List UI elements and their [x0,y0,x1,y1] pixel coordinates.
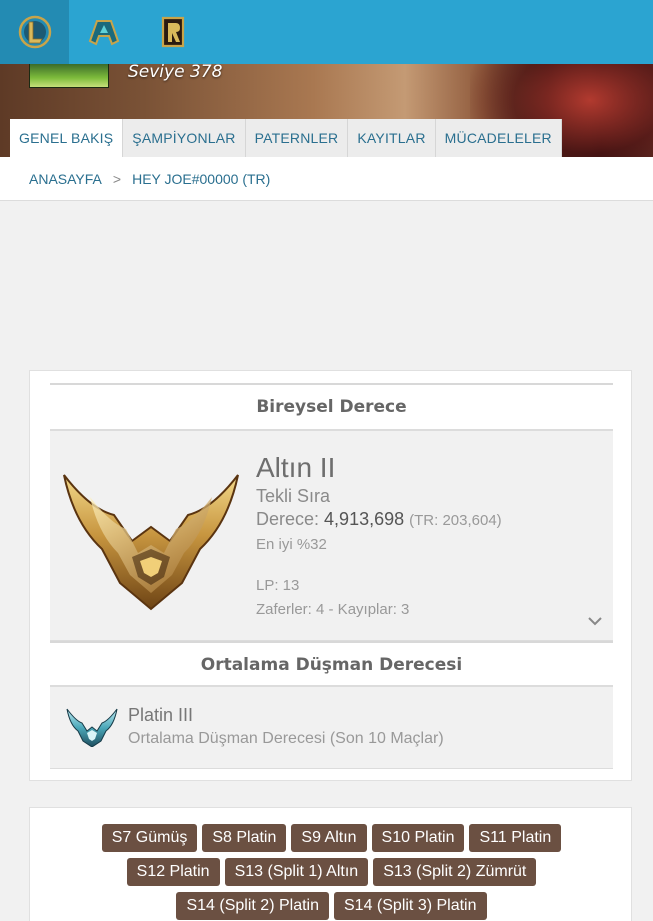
season-badge: S10 Platin [371,824,465,852]
season-badge: S8 Platin [202,824,287,852]
solo-rank-tier: Altın II [256,452,336,483]
breadcrumb-current[interactable]: HEY JOE#00000 (TR) [132,171,270,187]
tab-challenges[interactable]: MÜCADELELER [435,119,562,157]
breadcrumb-separator: > [112,170,122,187]
season-badge-row: S12 Platin S13 (Split 1) Altın S13 (Spli… [30,858,633,886]
top-percent: En iyi %32 [256,536,327,553]
enemy-rank-info: Platin III Ortalama Düşman Derecesi (Son… [128,703,444,751]
breadcrumb: ANASAYFA > HEY JOE#00000 (TR) [0,157,653,201]
enemy-rank-card: Platin III Ortalama Düşman Derecesi (Son… [50,685,613,769]
tab-champions[interactable]: ŞAMPİYONLAR [123,119,246,157]
enemy-rank-description: Ortalama Düşman Derecesi (Son 10 Maçlar) [128,730,444,747]
gold-rank-emblem-icon [60,453,242,617]
summoner-level: Seviye 378 [128,64,223,82]
season-badge: S14 (Split 3) Platin [334,892,487,920]
tab-records[interactable]: KAYITLAR [348,119,436,157]
platinum-rank-emblem-icon [66,703,118,751]
season-badge-row: S14 (Split 2) Platin S14 (Split 3) Plati… [30,892,633,920]
game-tab-runeterra[interactable] [138,0,207,64]
season-badge: S14 (Split 2) Platin [176,892,329,920]
lol-logo-icon [18,15,51,49]
season-badge: S13 (Split 1) Altın [224,858,369,886]
season-badge: S9 Altın [291,824,367,852]
season-badge: S11 Platin [469,824,562,852]
solo-rank-info: Altın II Tekli Sıra Derece: 4,913,698 (T… [256,451,502,621]
wins-losses: Zaferler: 4 - Kayıplar: 3 [256,601,410,618]
ladder-rank-region: (TR: 203,604) [409,512,502,529]
ranked-panel: Bireysel Derece Altın II Tekli Sıra Dere… [29,370,632,781]
season-badge: S13 (Split 2) Zümrüt [373,858,537,886]
season-history-panel: S7 Gümüş S8 Platin S9 Altın S10 Platin S… [29,807,632,921]
solo-rank-card: Altın II Tekli Sıra Derece: 4,913,698 (T… [50,429,613,641]
ladder-rank-value: 4,913,698 [324,509,405,529]
tab-patterns[interactable]: PATERNLER [245,119,349,157]
season-badge: S7 Gümüş [101,824,198,852]
avatar [29,64,109,88]
runeterra-logo-icon [161,16,184,48]
ladder-rank: Derece: 4,913,698 (TR: 203,604) [256,507,502,533]
tft-logo-icon [88,20,119,46]
season-badge-row: S7 Gümüş S8 Platin S9 Altın S10 Platin S… [30,824,633,852]
solo-rank-heading: Bireysel Derece [50,383,613,429]
league-points: LP: 13 [256,577,300,594]
ladder-rank-label: Derece: [256,509,320,529]
enemy-rank-heading: Ortalama Düşman Derecesi [50,641,613,687]
top-navigation [0,0,653,64]
chevron-down-icon[interactable] [587,611,603,630]
profile-tabs: GENEL BAKIŞ ŞAMPİYONLAR PATERNLER KAYITL… [10,119,562,157]
game-tab-tft[interactable] [69,0,138,64]
game-tab-lol[interactable] [0,0,69,64]
enemy-rank-tier: Platin III [128,705,194,725]
season-badge: S12 Platin [126,858,220,886]
queue-type: Tekli Sıra [256,486,331,506]
breadcrumb-home-link[interactable]: ANASAYFA [29,171,102,187]
tab-overview[interactable]: GENEL BAKIŞ [10,119,124,157]
